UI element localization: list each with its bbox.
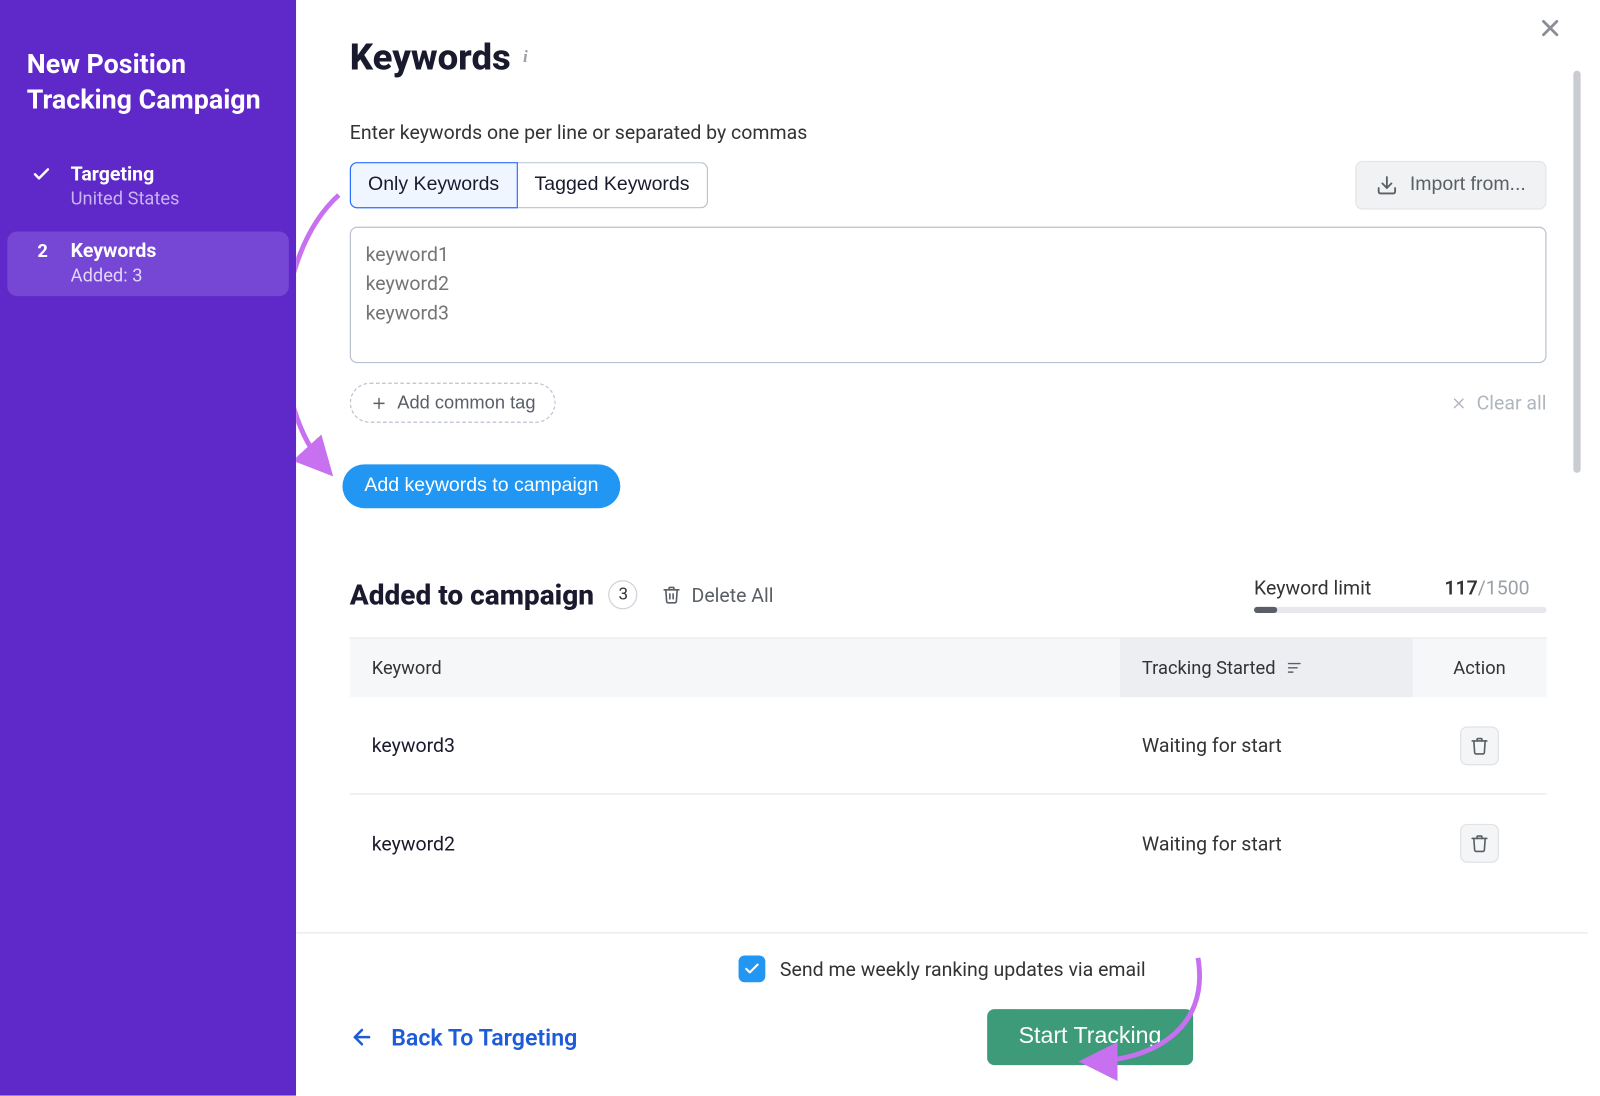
limit-label: Keyword limit [1254, 576, 1371, 599]
weekly-email-label: Send me weekly ranking updates via email [780, 957, 1146, 980]
delete-all-label: Delete All [692, 583, 774, 606]
tab-only-keywords[interactable]: Only Keywords [350, 162, 518, 208]
plus-icon [370, 394, 387, 411]
close-icon[interactable] [1537, 15, 1564, 42]
limit-progress-bar [1254, 607, 1546, 613]
add-common-tag-button[interactable]: Add common tag [350, 383, 556, 423]
table-header: Keyword Tracking Started Action [350, 639, 1547, 697]
start-tracking-button[interactable]: Start Tracking [987, 1009, 1193, 1065]
keywords-textarea[interactable] [350, 227, 1547, 363]
added-section-title: Added to campaign [350, 578, 594, 611]
th-keyword: Keyword [350, 657, 1120, 679]
trash-icon [662, 585, 681, 604]
step-targeting-sub: United States [71, 188, 267, 210]
cell-tracking: Waiting for start [1120, 734, 1412, 757]
th-tracking[interactable]: Tracking Started [1120, 639, 1412, 697]
step-keywords-sub: Added: 3 [71, 265, 267, 287]
import-label: Import from... [1410, 174, 1526, 196]
add-tag-label: Add common tag [397, 392, 535, 413]
footer: Send me weekly ranking updates via email… [296, 932, 1588, 1095]
clear-all-button[interactable]: Clear all [1450, 391, 1547, 414]
instruction-text: Enter keywords one per line or separated… [350, 121, 1547, 144]
x-icon [1450, 394, 1467, 411]
cell-tracking: Waiting for start [1120, 832, 1412, 855]
info-icon[interactable]: i [523, 48, 528, 67]
table-row: keyword3 Waiting for start [350, 697, 1547, 794]
clear-all-label: Clear all [1477, 391, 1547, 414]
th-action: Action [1412, 657, 1546, 679]
segmented-control: Only Keywords Tagged Keywords [350, 162, 708, 208]
weekly-email-checkbox[interactable] [738, 955, 765, 982]
sidebar: New Position Tracking Campaign Targeting… [0, 0, 296, 1096]
step-keywords-label: Keywords [71, 239, 157, 262]
table-row: keyword2 Waiting for start [350, 795, 1547, 892]
step-targeting[interactable]: Targeting United States [7, 155, 289, 220]
download-icon [1376, 174, 1398, 196]
cell-keyword: keyword3 [350, 734, 1120, 757]
sidebar-title: New Position Tracking Campaign [0, 37, 296, 155]
step-targeting-label: Targeting [71, 162, 155, 185]
page-title: Keywords i [350, 37, 1547, 80]
sort-icon [1285, 659, 1302, 676]
import-button[interactable]: Import from... [1355, 161, 1546, 210]
delete-row-button[interactable] [1460, 824, 1499, 863]
added-count-badge: 3 [609, 580, 638, 609]
main-panel: Keywords i Enter keywords one per line o… [296, 0, 1588, 1096]
delete-row-button[interactable] [1460, 726, 1499, 765]
th-tracking-label: Tracking Started [1142, 657, 1276, 679]
keywords-table: Keyword Tracking Started Action keyword3… [350, 637, 1547, 892]
back-button[interactable]: Back To Targeting [350, 1023, 578, 1051]
tab-tagged-keywords[interactable]: Tagged Keywords [517, 162, 707, 208]
limit-progress-fill [1254, 607, 1277, 613]
back-label: Back To Targeting [391, 1023, 577, 1051]
arrow-left-icon [350, 1025, 374, 1049]
weekly-email-row: Send me weekly ranking updates via email [350, 955, 1535, 982]
delete-all-button[interactable]: Delete All [662, 583, 773, 606]
keyword-limit: Keyword limit 117/1500 [1254, 576, 1546, 613]
keyword-mode-toolbar: Only Keywords Tagged Keywords Import fro… [350, 161, 1547, 210]
check-icon [32, 164, 54, 183]
step-keywords[interactable]: 2 Keywords Added: 3 [7, 232, 289, 297]
check-icon [743, 960, 760, 977]
add-keywords-button[interactable]: Add keywords to campaign [342, 464, 620, 508]
cell-keyword: keyword2 [350, 832, 1120, 855]
trash-icon [1470, 834, 1489, 853]
page-title-text: Keywords [350, 37, 511, 80]
scrollbar[interactable] [1573, 71, 1580, 473]
limit-used: 117 [1444, 576, 1477, 599]
step-number: 2 [32, 240, 54, 262]
limit-max: /1500 [1478, 576, 1530, 599]
trash-icon [1470, 735, 1489, 754]
